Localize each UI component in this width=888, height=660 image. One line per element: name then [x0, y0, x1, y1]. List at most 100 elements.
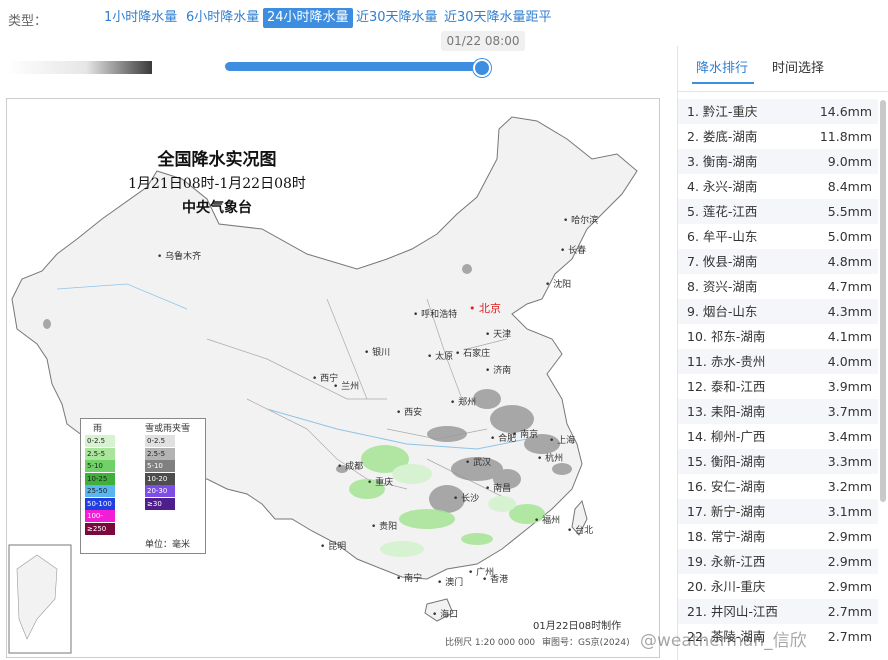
- city-label: 武汉: [465, 455, 491, 468]
- ranking-row[interactable]: 10. 祁东-湖南 4.1mm: [678, 324, 878, 349]
- active-tab-indicator: [692, 82, 754, 84]
- city-label: 天津: [485, 327, 511, 340]
- ranking-row[interactable]: 14. 柳州-广西 3.4mm: [678, 424, 878, 449]
- ranking-value: 2.9mm: [827, 529, 872, 544]
- ranking-value: 3.7mm: [827, 404, 872, 419]
- ranking-station: 10. 祁东-湖南: [687, 329, 766, 344]
- ranking-row[interactable]: 16. 安仁-湖南 3.2mm: [678, 474, 878, 499]
- produced-time: 01月22日08时制作: [533, 621, 622, 632]
- ranking-row[interactable]: 6. 牟平-山东 5.0mm: [678, 224, 878, 249]
- ranking-row[interactable]: 19. 永新-江西 2.9mm: [678, 549, 878, 574]
- ranking-station: 18. 常宁-湖南: [687, 529, 766, 544]
- ranking-station: 2. 娄底-湖南: [687, 129, 758, 144]
- tab-time-select[interactable]: 时间选择: [772, 57, 824, 76]
- type-tab-5[interactable]: 近30天降水量距平: [440, 8, 556, 28]
- ranking-station: 7. 攸县-湖南: [687, 254, 758, 269]
- review-number: 审图号：GS京(2024): [542, 638, 630, 648]
- city-label: 乌鲁木齐: [157, 249, 201, 262]
- city-label: 郑州: [450, 395, 476, 408]
- legend-swatch: 2.5-5: [85, 447, 115, 460]
- time-slider-track[interactable]: [225, 62, 485, 71]
- ranking-row[interactable]: 9. 烟台-山东 4.3mm: [678, 299, 878, 324]
- legend-swatch: 2.5-5: [145, 447, 175, 460]
- ranking-station: 12. 泰和-江西: [687, 379, 766, 394]
- ranking-station: 17. 新宁-湖南: [687, 504, 766, 519]
- ranking-value: 11.8mm: [819, 129, 872, 144]
- ranking-value: 2.9mm: [827, 579, 872, 594]
- ranking-station: 14. 柳州-广西: [687, 429, 766, 444]
- ranking-row[interactable]: 2. 娄底-湖南 11.8mm: [678, 124, 878, 149]
- type-label: 类型：: [8, 14, 48, 29]
- ranking-row[interactable]: 4. 永兴-湖南 8.4mm: [678, 174, 878, 199]
- ranking-station: 6. 牟平-山东: [687, 229, 758, 244]
- type-tab-1[interactable]: 1小时降水量: [100, 8, 181, 28]
- city-label: 长春: [560, 243, 586, 256]
- ranking-row[interactable]: 3. 衡南-湖南 9.0mm: [678, 149, 878, 174]
- tab-ranking[interactable]: 降水排行: [696, 57, 748, 76]
- map-title: 全国降水实况图: [157, 150, 277, 170]
- legend-swatch: 5-10: [145, 460, 175, 472]
- ranking-station: 19. 永新-江西: [687, 554, 766, 569]
- ranking-value: 14.6mm: [819, 104, 872, 119]
- ranking-station: 4. 永兴-湖南: [687, 179, 758, 194]
- time-slider-handle[interactable]: [473, 59, 491, 77]
- city-label: 澳门: [437, 575, 463, 588]
- city-label: 南宁: [396, 571, 422, 584]
- ranking-scrollbar[interactable]: [880, 100, 886, 502]
- city-label: 南昌: [485, 481, 511, 494]
- ranking-value: 9.0mm: [827, 154, 872, 169]
- ranking-station: 20. 永川-重庆: [687, 579, 766, 594]
- ranking-station: 3. 衡南-湖南: [687, 154, 758, 169]
- city-label: 太原: [427, 349, 453, 362]
- city-label: 济南: [485, 363, 511, 376]
- city-label: 台北: [567, 523, 593, 536]
- ranking-row[interactable]: 17. 新宁-湖南 3.1mm: [678, 499, 878, 524]
- ranking-row[interactable]: 20. 永川-重庆 2.9mm: [678, 574, 878, 599]
- legend-rain-title: 雨: [93, 424, 103, 434]
- ranking-value: 2.7mm: [827, 604, 872, 619]
- city-label: 杭州: [537, 451, 563, 464]
- city-label: 福州: [534, 513, 560, 526]
- city-label: 海口: [432, 607, 458, 620]
- slider-tooltip: 01/22 08:00: [441, 31, 525, 51]
- ranking-value: 5.5mm: [827, 204, 872, 219]
- ranking-value: 5.0mm: [827, 229, 872, 244]
- ranking-row[interactable]: 12. 泰和-江西 3.9mm: [678, 374, 878, 399]
- type-tab-2[interactable]: 6小时降水量: [182, 8, 263, 28]
- ranking-row[interactable]: 11. 赤水-贵州 4.0mm: [678, 349, 878, 374]
- ranking-station: 8. 资兴-湖南: [687, 279, 758, 294]
- city-label: 成都: [337, 459, 363, 472]
- watermark: @weatherman_信欣: [640, 631, 807, 651]
- ranking-row[interactable]: 7. 攸县-湖南 4.8mm: [678, 249, 878, 274]
- playback-bar[interactable]: [6, 61, 152, 74]
- type-tab-3[interactable]: 24小时降水量: [263, 8, 353, 28]
- legend-swatch: 10-20: [145, 472, 175, 485]
- legend-unit: 单位：毫米: [145, 540, 191, 550]
- type-tab-4[interactable]: 近30天降水量: [352, 8, 442, 28]
- city-label: 长沙: [453, 491, 479, 504]
- ranking-row[interactable]: 5. 莲花-江西 5.5mm: [678, 199, 878, 224]
- ranking-value: 8.4mm: [827, 179, 872, 194]
- legend-snow-title: 雪或雨夹雪: [145, 424, 191, 434]
- legend-swatch: 20-30: [145, 485, 175, 497]
- city-label: 上海: [549, 433, 575, 446]
- city-label: 香港: [482, 572, 508, 585]
- city-label: 兰州: [333, 379, 359, 392]
- city-label: 沈阳: [545, 277, 571, 290]
- ranking-value: 4.8mm: [827, 254, 872, 269]
- ranking-station: 1. 黔江-重庆: [687, 104, 758, 119]
- map-agency: 中央气象台: [182, 200, 252, 216]
- legend-swatch: 10-25: [85, 472, 115, 485]
- ranking-value: 4.0mm: [827, 354, 872, 369]
- ranking-row[interactable]: 21. 井冈山-江西 2.7mm: [678, 599, 878, 624]
- divider: [678, 91, 888, 92]
- ranking-row[interactable]: 8. 资兴-湖南 4.7mm: [678, 274, 878, 299]
- ranking-row[interactable]: 13. 耒阳-湖南 3.7mm: [678, 399, 878, 424]
- ranking-station: 15. 衡阳-湖南: [687, 454, 766, 469]
- ranking-value: 4.1mm: [827, 329, 872, 344]
- ranking-row[interactable]: 18. 常宁-湖南 2.9mm: [678, 524, 878, 549]
- ranking-value: 2.9mm: [827, 554, 872, 569]
- ranking-row[interactable]: 15. 衡阳-湖南 3.3mm: [678, 449, 878, 474]
- ranking-row[interactable]: 1. 黔江-重庆 14.6mm: [678, 99, 878, 124]
- city-label-capital: 北京: [469, 300, 501, 316]
